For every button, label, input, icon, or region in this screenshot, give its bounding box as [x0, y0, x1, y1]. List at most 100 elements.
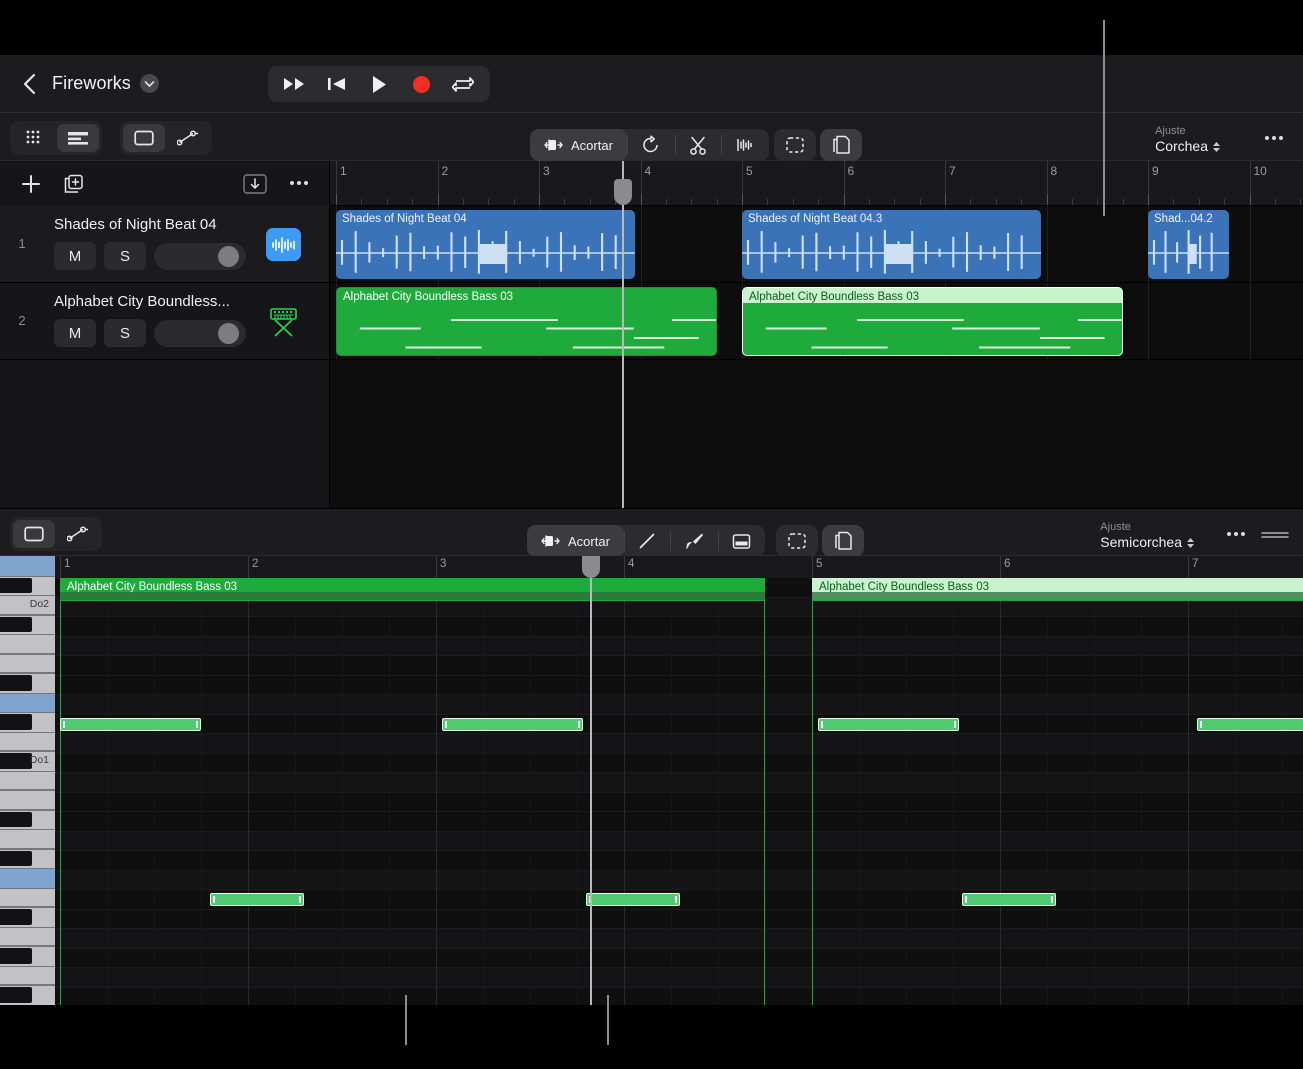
- piano-black-key[interactable]: [0, 811, 32, 827]
- back-button[interactable]: [18, 71, 40, 97]
- fade-tool[interactable]: [720, 129, 769, 161]
- editor-copy-tool[interactable]: [822, 525, 864, 557]
- cycle-icon[interactable]: [452, 73, 474, 95]
- editor-marquee-tool[interactable]: [776, 525, 818, 557]
- audio-region[interactable]: Shades of Night Beat 04: [336, 210, 636, 279]
- track-mute-button[interactable]: M: [54, 242, 96, 270]
- editor-snap-control[interactable]: Ajuste Semicorchea: [1100, 521, 1195, 551]
- audio-region[interactable]: Shad...04.2: [1148, 210, 1230, 279]
- piano-white-key[interactable]: [0, 887, 55, 907]
- region-waveform: [336, 228, 636, 279]
- piano-white-key[interactable]: [0, 634, 55, 654]
- region-note-preview: [743, 306, 1122, 355]
- view-toolbar-more-icon[interactable]: [1265, 136, 1283, 140]
- trim-tool[interactable]: Acortar: [530, 129, 627, 161]
- track-number: 1: [18, 236, 26, 251]
- piano-white-key[interactable]: [0, 965, 55, 985]
- region-name: Alphabet City Boundless Bass 03: [337, 288, 716, 303]
- editor-more-icon[interactable]: [1227, 532, 1245, 536]
- key-separator: [0, 809, 55, 811]
- piano-roll-ruler[interactable]: 1 2 3 4 5 6 7: [55, 556, 1303, 578]
- midi-note[interactable]: [586, 893, 681, 906]
- region-mode-icon[interactable]: [123, 124, 165, 152]
- piano-key-highlight[interactable]: [0, 556, 55, 576]
- piano-key-highlight[interactable]: [0, 868, 55, 888]
- synth-keyboard-icon[interactable]: [266, 305, 301, 338]
- copy-tool[interactable]: [820, 129, 862, 161]
- loop-tool[interactable]: [626, 129, 675, 161]
- velocity-tool[interactable]: [717, 525, 765, 557]
- piano-black-key[interactable]: [0, 675, 32, 691]
- piano-white-key[interactable]: [0, 829, 55, 849]
- import-icon[interactable]: [243, 173, 267, 195]
- piano-white-key[interactable]: [0, 731, 55, 751]
- piano-keyboard[interactable]: Do2 Do1: [0, 556, 55, 1005]
- resize-handle-icon[interactable]: [1261, 527, 1289, 545]
- record-icon[interactable]: [410, 73, 432, 95]
- automation-mode-icon[interactable]: [167, 124, 209, 152]
- piano-white-key[interactable]: [0, 926, 55, 946]
- midi-note[interactable]: [441, 717, 583, 731]
- track-header-more-icon[interactable]: [290, 181, 308, 185]
- region-waveform: [742, 228, 1042, 279]
- track-solo-button[interactable]: S: [104, 242, 146, 270]
- snap-control[interactable]: Ajuste Corchea: [1155, 125, 1221, 155]
- track-volume-slider[interactable]: [154, 242, 246, 270]
- piano-black-key[interactable]: [0, 909, 32, 925]
- midi-region[interactable]: Alphabet City Boundless Bass 03: [742, 287, 1123, 356]
- track-mute-button[interactable]: M: [54, 319, 96, 347]
- play-icon[interactable]: [368, 73, 390, 95]
- piano-roll-bar-number: 3: [440, 558, 447, 570]
- arrange-ruler[interactable]: 1 2 3 4 5 6 7 8 9 10: [330, 161, 1303, 206]
- fast-forward-icon[interactable]: [284, 73, 306, 95]
- library-grid-icon[interactable]: [13, 124, 55, 152]
- midi-note[interactable]: [60, 717, 201, 731]
- piano-black-key[interactable]: [0, 577, 32, 593]
- piano-white-key[interactable]: [0, 790, 55, 810]
- tracks-list-icon[interactable]: [57, 124, 99, 152]
- track-header-row[interactable]: 2 Alphabet City Boundless... M S: [0, 283, 329, 360]
- midi-region[interactable]: Alphabet City Boundless Bass 03: [336, 287, 717, 356]
- arrange-canvas[interactable]: 1 2 3 4 5 6 7 8 9 10 Shades of Night Beat 04 Shade…: [330, 161, 1303, 508]
- marquee-tool[interactable]: [774, 129, 816, 161]
- brush-tool[interactable]: [669, 525, 718, 557]
- midi-note[interactable]: [962, 893, 1057, 906]
- duplicate-track-icon[interactable]: [63, 173, 85, 195]
- piano-black-key[interactable]: [0, 616, 32, 632]
- piano-roll-grid[interactable]: 1 2 3 4 5 6 7 Alphabet City Boundless Bass 03 A…: [55, 556, 1303, 1005]
- editor-region-mode-icon[interactable]: [13, 520, 55, 548]
- track-headers: 1 Shades of Night Beat 04 M S 2 Alphabet…: [0, 161, 330, 508]
- piano-black-key[interactable]: [0, 850, 32, 866]
- arrange-lane[interactable]: Shades of Night Beat 04 Shades of Night B…: [330, 206, 1303, 283]
- key-separator: [0, 1004, 55, 1005]
- arrange-lane[interactable]: Alphabet City Boundless Bass 03 Alphabet …: [330, 283, 1303, 360]
- midi-note[interactable]: [210, 893, 305, 906]
- piano-black-key[interactable]: [0, 987, 32, 1003]
- arrange-lanes[interactable]: Shades of Night Beat 04 Shades of Night B…: [330, 206, 1303, 360]
- track-solo-button[interactable]: S: [104, 319, 146, 347]
- piano-white-key[interactable]: [0, 770, 55, 790]
- piano-black-key[interactable]: [0, 948, 32, 964]
- audio-region[interactable]: Shades of Night Beat 04.3: [742, 210, 1042, 279]
- piano-key-highlight[interactable]: [0, 692, 55, 712]
- piano-black-key[interactable]: [0, 753, 32, 769]
- piano-roll-playhead[interactable]: [582, 556, 601, 1005]
- track-header-row[interactable]: 1 Shades of Night Beat 04 M S: [0, 206, 329, 283]
- ruler-bar-number: 2: [441, 164, 449, 178]
- region-note-preview: [337, 306, 716, 355]
- audio-waveform-icon[interactable]: [266, 228, 301, 261]
- piano-black-key[interactable]: [0, 714, 32, 730]
- deco-line-bottom-left: [405, 995, 407, 1045]
- scissors-tool[interactable]: [674, 129, 721, 161]
- track-volume-slider[interactable]: [154, 319, 246, 347]
- editor-automation-mode-icon[interactable]: [57, 520, 99, 548]
- add-track-icon[interactable]: [20, 173, 42, 195]
- piano-white-key[interactable]: [0, 653, 55, 673]
- midi-note[interactable]: [1197, 717, 1303, 731]
- chevron-down-icon[interactable]: [139, 74, 159, 93]
- rewind-to-start-icon[interactable]: [326, 73, 348, 95]
- editor-trim-tool[interactable]: Acortar: [527, 525, 624, 557]
- midi-note[interactable]: [817, 717, 959, 731]
- arrange-playhead[interactable]: [614, 161, 633, 508]
- pencil-tool[interactable]: [623, 525, 670, 557]
